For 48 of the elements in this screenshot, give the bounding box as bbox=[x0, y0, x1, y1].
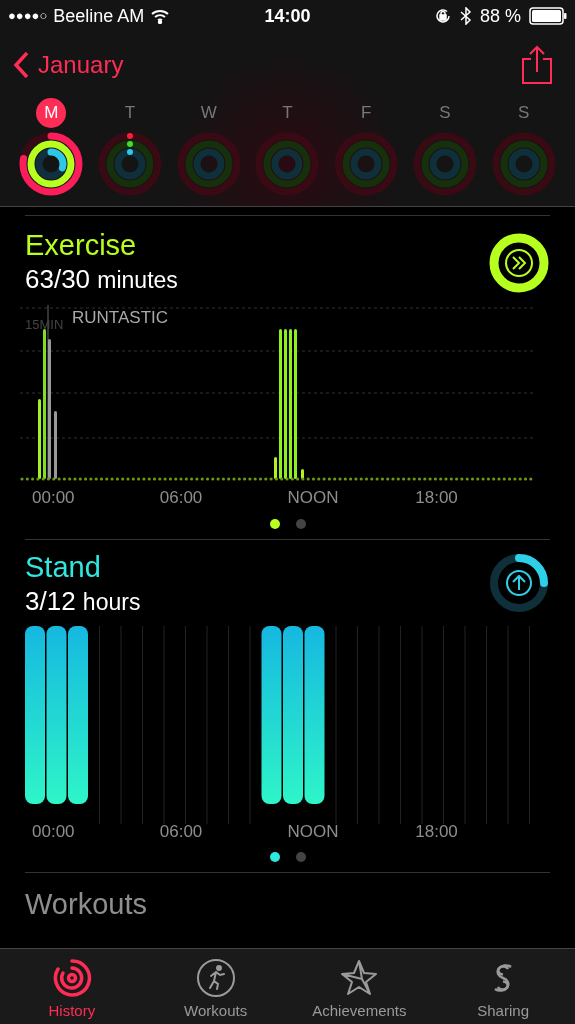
clock-time: 14:00 bbox=[264, 4, 311, 28]
workout-label: RUNTASTIC bbox=[72, 307, 168, 329]
weekday-tab[interactable]: W bbox=[193, 98, 224, 128]
running-figure-icon bbox=[195, 957, 236, 998]
activity-rings-icon bbox=[491, 132, 556, 196]
weekday-tab[interactable]: F bbox=[351, 98, 382, 128]
tab-bar-item[interactable]: History bbox=[0, 949, 144, 1024]
wifi-icon bbox=[150, 8, 171, 24]
tab-bar-item[interactable]: Sharing bbox=[431, 949, 575, 1024]
axis-label: 15MIN bbox=[25, 316, 64, 334]
tab-bar-item[interactable]: Workouts bbox=[143, 949, 288, 1024]
back-button[interactable]: January bbox=[12, 47, 124, 83]
axis-label: 06:00 bbox=[159, 487, 204, 509]
stand-title: Stand bbox=[25, 549, 102, 584]
weekday-tab[interactable]: S bbox=[508, 98, 539, 128]
stand-ring-icon bbox=[488, 551, 550, 614]
activity-rings-icon bbox=[98, 132, 163, 196]
weekday-tab[interactable]: T bbox=[272, 98, 303, 128]
history-rings-icon bbox=[51, 957, 92, 998]
rotation-lock-icon bbox=[434, 7, 452, 25]
axis-label: 18:00 bbox=[415, 820, 459, 843]
signal-strength: ●●●●○ bbox=[8, 7, 48, 26]
axis-label: 18:00 bbox=[415, 487, 459, 509]
activity-rings-icon bbox=[255, 132, 320, 196]
exercise-title: Exercise bbox=[25, 228, 138, 262]
bluetooth-icon bbox=[460, 7, 472, 25]
workouts-heading: Workouts bbox=[25, 887, 148, 922]
battery-percentage: 88 % bbox=[480, 4, 521, 28]
activity-rings-icon bbox=[412, 132, 477, 196]
weekday-tab[interactable]: T bbox=[115, 98, 146, 128]
share-button[interactable] bbox=[521, 45, 553, 85]
weekday-tab[interactable]: M bbox=[36, 98, 67, 128]
axis-label: 06:00 bbox=[159, 820, 204, 843]
chevron-left-icon bbox=[12, 50, 30, 80]
exercise-ring-icon bbox=[488, 232, 550, 294]
star-icon bbox=[339, 957, 380, 998]
activity-rings-icon bbox=[334, 132, 399, 196]
axis-label: 00:00 bbox=[32, 487, 76, 509]
axis-label: 00:00 bbox=[32, 820, 76, 843]
activity-rings-icon bbox=[176, 132, 241, 196]
battery-icon bbox=[529, 7, 567, 25]
axis-label: NOON bbox=[287, 820, 340, 843]
axis-label: NOON bbox=[287, 487, 340, 509]
weekday-tab[interactable]: S bbox=[429, 98, 460, 128]
activity-rings-icon bbox=[19, 132, 84, 196]
carrier-name: Beeline AM bbox=[53, 4, 145, 28]
share-icon bbox=[521, 45, 553, 85]
tab-bar-item[interactable]: Achievements bbox=[287, 949, 432, 1024]
